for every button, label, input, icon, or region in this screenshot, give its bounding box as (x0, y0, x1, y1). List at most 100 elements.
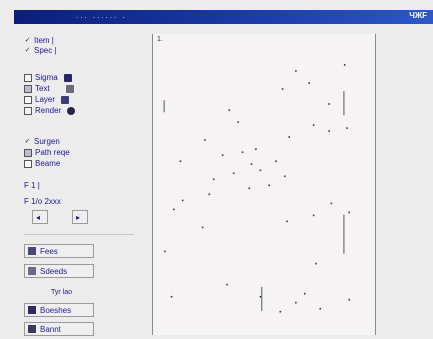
plot-point (221, 154, 224, 156)
fees-button[interactable]: Fees (24, 244, 94, 258)
plot-point (179, 160, 182, 162)
step-right-button[interactable]: ▸ (72, 210, 88, 224)
plot-point (295, 301, 297, 304)
checkbox[interactable] (24, 95, 32, 104)
plot-point (286, 220, 288, 223)
checkbox[interactable] (24, 84, 32, 93)
range-row-2[interactable]: F 1/o 2xxx (24, 196, 61, 207)
plot-point (343, 64, 346, 66)
boeshes-button[interactable]: Boeshes (24, 303, 94, 317)
plot-point (232, 172, 235, 175)
group-label-row: Tyr lao (48, 287, 72, 298)
series-text[interactable]: Text (24, 83, 74, 94)
series-layer[interactable]: Layer (24, 94, 70, 105)
plot-point (279, 310, 282, 313)
series-label: Layer (35, 95, 56, 104)
series-render[interactable]: Render (24, 105, 76, 116)
color-swatch[interactable] (67, 106, 76, 115)
plot-point (275, 160, 277, 162)
display-path[interactable]: Path reqe (24, 147, 70, 158)
plot-point (226, 283, 228, 286)
arrow-left-icon: ◂ (36, 212, 41, 222)
bannt-button[interactable]: Bannt (24, 322, 94, 336)
display-label: Surgen (34, 137, 60, 146)
button-label: Sdeeds (40, 266, 68, 276)
display-beame[interactable]: Beame (24, 158, 60, 169)
pen-icon (28, 325, 36, 333)
plot-point (330, 202, 333, 205)
window-controls[interactable]: ЧЖF (409, 11, 427, 20)
range-label: F 1/o 2xxx (24, 197, 61, 206)
option-label: Spec | (34, 46, 57, 55)
plot-point (304, 292, 306, 295)
option-spec[interactable]: ✓ Spec | (24, 45, 57, 56)
plot-point (328, 103, 330, 105)
plot-point (259, 295, 262, 298)
button-label: Bannt (40, 324, 61, 334)
check-mark-icon: ✓ (24, 37, 31, 44)
plot-canvas[interactable]: 1. (152, 34, 376, 335)
series-sigma[interactable]: Sigma (24, 72, 72, 83)
plot-point (241, 151, 244, 153)
plot-point (315, 262, 317, 265)
series-label: Sigma (35, 73, 58, 82)
color-swatch[interactable] (65, 84, 74, 93)
plot-point (237, 121, 239, 123)
plot-point (268, 184, 270, 187)
plot-point (208, 193, 211, 196)
button-label: Boeshes (40, 305, 72, 315)
app-window: ... ...... . ЧЖF ✓ Item | ✓ Spec | Sigma… (0, 0, 433, 339)
color-swatch[interactable] (61, 95, 70, 104)
plot-point (212, 178, 215, 181)
plot-point (250, 163, 253, 165)
plot-point (288, 136, 290, 138)
series-label: Text (35, 84, 50, 93)
step-left-button[interactable]: ◂ (32, 210, 48, 224)
display-surgen[interactable]: ✓ Surgen (24, 136, 60, 147)
plot-point (181, 199, 184, 202)
arrow-right-icon: ▸ (76, 212, 81, 222)
range-row-1[interactable]: F 1 | (24, 180, 40, 191)
plot-point (312, 214, 315, 217)
check-mark-icon: ✓ (24, 138, 31, 145)
control-panel: ✓ Item | ✓ Spec | Sigma Text Layer Rende… (24, 30, 144, 336)
checkbox[interactable] (24, 106, 32, 115)
plot-point (164, 250, 166, 253)
plot-point (228, 109, 231, 111)
plot-point (348, 211, 350, 214)
check-mark-icon: ✓ (24, 47, 31, 54)
plot-point (201, 226, 204, 229)
range-label: F 1 | (24, 181, 40, 190)
plot-point (204, 139, 206, 141)
display-label: Beame (35, 159, 61, 168)
grid-icon (28, 247, 36, 255)
display-label: Path reqe (35, 148, 70, 157)
plot-point (281, 88, 284, 90)
plot-point (170, 295, 173, 298)
checkbox[interactable] (24, 73, 32, 82)
plot-point (248, 187, 251, 190)
brush-icon (28, 306, 36, 314)
plot-point (295, 70, 297, 72)
group-label: Tyr lao (51, 289, 73, 296)
plot-point (308, 82, 310, 84)
title-bar[interactable]: ... ...... . ЧЖF (14, 10, 433, 24)
window-title: ... ...... . (76, 11, 127, 20)
plot-svg (163, 64, 350, 313)
checkbox[interactable] (24, 148, 32, 157)
color-swatch[interactable] (63, 73, 72, 82)
plot-point (173, 208, 175, 211)
series-label: Render (35, 106, 62, 115)
plot-point (255, 148, 257, 150)
option-label: Item | (34, 36, 54, 45)
checkbox[interactable] (24, 159, 32, 168)
plot-point (348, 298, 350, 301)
button-label: Fees (40, 246, 58, 256)
plot-point (346, 127, 348, 129)
plot-point (284, 175, 286, 178)
plot-point (312, 124, 315, 126)
plot-point (328, 130, 330, 132)
divider (24, 234, 134, 235)
sdeeds-button[interactable]: Sdeeds (24, 264, 94, 278)
plot-point (259, 169, 262, 172)
